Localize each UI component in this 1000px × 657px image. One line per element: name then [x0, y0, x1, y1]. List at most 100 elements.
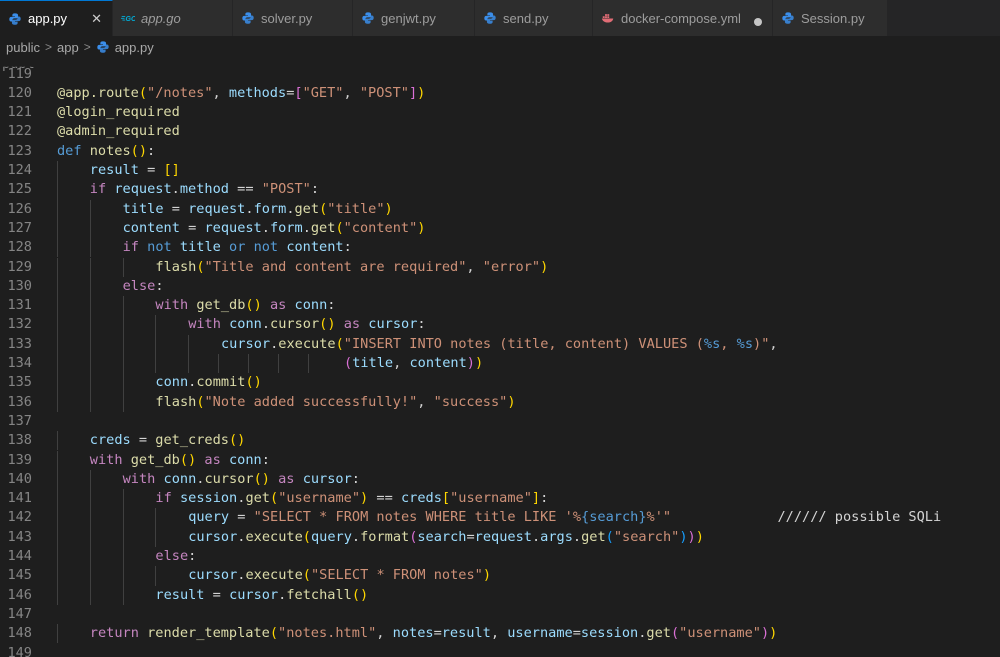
code-token: cursor	[221, 335, 271, 352]
code-line[interactable]: 148 return render_template("notes.html", …	[0, 624, 1000, 644]
indent-guide	[89, 334, 91, 354]
code-line[interactable]: 133 cursor.execute("INSERT INTO notes (ti…	[0, 334, 1000, 354]
code-token: ,	[466, 258, 483, 275]
tab-solver-py[interactable]: solver.py	[233, 0, 353, 36]
code-line[interactable]: 127 content = request.form.get("content")	[0, 218, 1000, 239]
code-token: conn	[229, 316, 262, 333]
indent-guide	[89, 354, 91, 374]
indent-guide	[89, 566, 91, 586]
code-token: []	[163, 162, 180, 178]
code-token: )	[482, 567, 492, 584]
code-line[interactable]: 119	[0, 65, 1000, 84]
code-line[interactable]: 129 flash("Title and content are required…	[0, 257, 1000, 277]
code-token: ,	[720, 335, 737, 352]
tab-session-py[interactable]: Session.py	[773, 0, 888, 36]
code-token: conn	[155, 374, 189, 391]
unsaved-dot-icon[interactable]	[742, 14, 762, 26]
code-line[interactable]: 141 if session.get("username") == creds["…	[0, 489, 1000, 509]
code-text: @login_required	[57, 103, 180, 122]
code-token: =	[572, 625, 581, 642]
code-token: "POST"	[359, 84, 409, 101]
code-line[interactable]: 122 @admin_required	[0, 122, 1000, 141]
breadcrumb-item[interactable]: app	[57, 40, 79, 55]
code-token: flash	[155, 393, 197, 410]
code-token: :	[327, 297, 336, 314]
indent-guide	[155, 527, 157, 547]
code-token: %s	[736, 335, 754, 352]
code-editor[interactable]: public 119 120 @app.route("/notes", methods…	[0, 58, 1000, 657]
code-token: (	[269, 625, 279, 642]
code-token: :	[417, 316, 426, 333]
code-token: (	[335, 219, 344, 236]
tab-app-go[interactable]: GO app.go	[113, 0, 233, 36]
tab-docker-compose-yml[interactable]: docker-compose.yml	[593, 0, 773, 36]
code-line[interactable]: 132 with conn.cursor() as cursor:	[0, 315, 1000, 335]
tab-genjwt-py[interactable]: genjwt.py	[353, 0, 475, 36]
code-line[interactable]: 134 (title, content))	[0, 354, 1000, 374]
code-line[interactable]: 136 flash("Note added successfully!", "su…	[0, 392, 1000, 412]
code-token: def	[57, 142, 90, 159]
code-line[interactable]: 130 else:	[0, 276, 1000, 297]
code-token: "SELECT * FROM notes"	[310, 567, 483, 584]
code-token: =	[138, 162, 164, 178]
breadcrumb-item[interactable]: public	[6, 40, 40, 55]
code-text: query = "SELECT * FROM notes WHERE title…	[188, 508, 941, 527]
code-line[interactable]: 140 with conn.cursor() as cursor:	[0, 469, 1000, 490]
code-token: (	[302, 567, 311, 584]
python-icon	[361, 11, 375, 25]
code-line[interactable]: 146 result = cursor.fetchall()	[0, 585, 1000, 605]
tab-app-py[interactable]: app.py ✕	[0, 0, 113, 36]
code-line[interactable]: 125 if request.method == "POST":	[0, 180, 1000, 200]
code-line[interactable]: 120 @app.route("/notes", methods=["GET", …	[0, 84, 1000, 103]
code-token: "username"	[278, 490, 361, 507]
code-token: )	[417, 219, 426, 236]
code-line[interactable]: 128 if not title or not content:	[0, 238, 1000, 258]
code-token: =	[433, 625, 442, 642]
code-token: with	[122, 470, 164, 487]
code-line[interactable]: 138 creds = get_creds()	[0, 431, 1000, 451]
code-token: ,	[212, 84, 229, 101]
indent-guide	[89, 218, 91, 239]
code-token: :	[540, 490, 549, 507]
indent-guide	[307, 354, 309, 374]
code-token: "GET"	[302, 84, 344, 101]
code-line[interactable]: 135 conn.commit()	[0, 373, 1000, 393]
line-number: 126	[7, 200, 32, 217]
code-token: content	[286, 239, 344, 256]
close-icon[interactable]: ✕	[73, 11, 102, 27]
code-line[interactable]: 124 result = []	[0, 161, 1000, 181]
code-token: ()	[351, 586, 369, 603]
code-token: if	[155, 490, 180, 507]
code-token: ()	[130, 142, 148, 159]
code-line[interactable]: 121 @login_required	[0, 103, 1000, 122]
code-line[interactable]: 126 title = request.form.get("title")	[0, 199, 1000, 219]
code-line[interactable]: 147	[0, 605, 1000, 624]
code-line[interactable]: 139 with get_db() as conn:	[0, 450, 1000, 470]
code-token: content	[409, 355, 467, 371]
code-token: ()	[228, 432, 246, 449]
tab-send-py[interactable]: send.py	[475, 0, 593, 36]
tab-label: Session.py	[801, 10, 865, 26]
code-line[interactable]: 131 with get_db() as conn:	[0, 296, 1000, 316]
code-line[interactable]: 123 def notes():	[0, 142, 1000, 161]
code-text: with get_db() as conn:	[155, 296, 335, 315]
line-number: 145	[7, 567, 32, 584]
tab-label: app.py	[28, 11, 68, 26]
code-text: conn.commit()	[155, 373, 261, 392]
indent-guide	[155, 354, 157, 374]
code-line[interactable]: 142 query = "SELECT * FROM notes WHERE ti…	[0, 508, 1000, 528]
code-line[interactable]: 149	[0, 644, 1000, 657]
indent-guide	[122, 315, 124, 335]
line-number: 143	[7, 528, 32, 545]
code-line[interactable]: 144 else:	[0, 547, 1000, 567]
code-line[interactable]: 143 cursor.execute(query.format(search=re…	[0, 527, 1000, 547]
code-text: with get_db() as conn:	[90, 451, 270, 470]
code-line[interactable]: 145 cursor.execute("SELECT * FROM notes")	[0, 566, 1000, 586]
indent-guide	[122, 489, 124, 509]
indent-guide	[247, 354, 249, 374]
code-token: :	[351, 470, 360, 487]
indent-guide	[89, 257, 91, 277]
code-line[interactable]: 137	[0, 412, 1000, 431]
breadcrumb-item[interactable]: app.py	[115, 40, 154, 55]
code-token: "username"	[450, 490, 532, 507]
